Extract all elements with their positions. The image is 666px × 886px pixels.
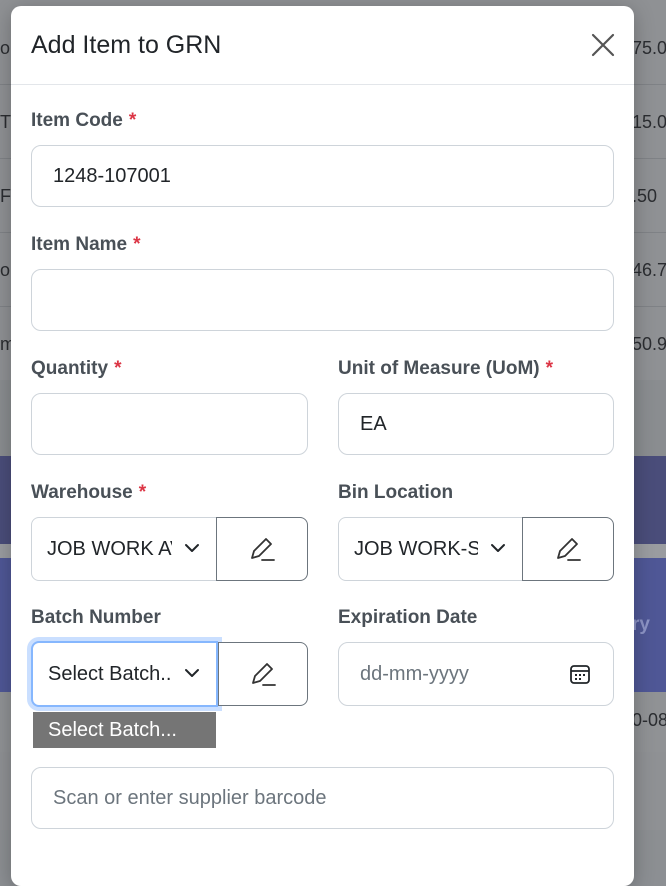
add-item-modal: Add Item to GRN Item Code * 1248-107001 I… xyxy=(11,6,634,886)
pencil-icon xyxy=(252,663,276,686)
bg-value: ry xyxy=(632,614,650,635)
quantity-label: Quantity * xyxy=(31,358,121,380)
bin-location-select[interactable]: JOB WORK-SY xyxy=(338,517,523,581)
modal-title: Add Item to GRN xyxy=(31,31,222,59)
bin-location-select-value: JOB WORK-SY xyxy=(354,537,478,560)
warehouse-label-text: Warehouse xyxy=(31,482,133,503)
expiration-date-placeholder: dd-mm-yyyy xyxy=(360,662,469,685)
bg-value: 46.7 xyxy=(632,260,666,280)
warehouse-select-value: JOB WORK AV xyxy=(47,537,172,560)
uom-input[interactable]: EA xyxy=(338,393,614,455)
required-marker: * xyxy=(133,234,141,255)
pencil-icon xyxy=(557,538,581,561)
bg-value: 0-08- xyxy=(632,710,666,730)
bin-location-edit-button[interactable] xyxy=(522,517,614,581)
bg-value: .50 xyxy=(632,186,658,206)
uom-label: Unit of Measure (UoM) * xyxy=(338,358,553,380)
batch-dropdown-option[interactable]: Select Batch... xyxy=(33,712,216,748)
batch-number-select-value: Select Batch... xyxy=(48,662,172,685)
quantity-input[interactable] xyxy=(31,393,308,455)
item-code-label-text: Item Code xyxy=(31,110,123,131)
chevron-down-icon xyxy=(185,669,199,677)
bin-location-label: Bin Location xyxy=(338,482,454,503)
required-marker: * xyxy=(545,358,554,379)
uom-label-text: Unit of Measure (UoM) xyxy=(338,358,540,379)
modal-header: Add Item to GRN xyxy=(11,6,634,85)
bg-value: 75.0 xyxy=(632,38,666,58)
bg-value: 15.0 xyxy=(632,112,666,132)
expiration-date-label: Expiration Date xyxy=(338,607,478,628)
item-name-input[interactable] xyxy=(31,269,614,331)
bg-value: 50.9 xyxy=(632,334,666,354)
close-icon xyxy=(591,33,615,57)
batch-number-edit-button[interactable] xyxy=(218,642,308,706)
item-code-input[interactable]: 1248-107001 xyxy=(31,145,614,207)
item-name-label: Item Name * xyxy=(31,234,141,256)
item-code-label: Item Code * xyxy=(31,110,136,132)
batch-number-label: Batch Number xyxy=(31,607,161,628)
supplier-barcode-input[interactable]: Scan or enter supplier barcode xyxy=(31,767,614,829)
bg-fragment: o xyxy=(0,38,11,58)
required-marker: * xyxy=(138,482,147,503)
warehouse-edit-button[interactable] xyxy=(216,517,308,581)
calendar-icon[interactable] xyxy=(569,663,591,685)
pencil-icon xyxy=(251,538,275,561)
close-button[interactable] xyxy=(588,30,618,60)
item-name-label-text: Item Name xyxy=(31,234,128,255)
warehouse-label: Warehouse * xyxy=(31,482,146,504)
required-marker: * xyxy=(128,110,137,131)
chevron-down-icon xyxy=(491,544,505,552)
chevron-down-icon xyxy=(185,544,199,552)
quantity-label-text: Quantity xyxy=(31,358,109,379)
warehouse-select[interactable]: JOB WORK AV xyxy=(31,517,217,581)
required-marker: * xyxy=(114,358,122,379)
batch-number-select[interactable]: Select Batch... xyxy=(31,641,218,707)
expiration-date-input[interactable]: dd-mm-yyyy xyxy=(338,642,614,706)
